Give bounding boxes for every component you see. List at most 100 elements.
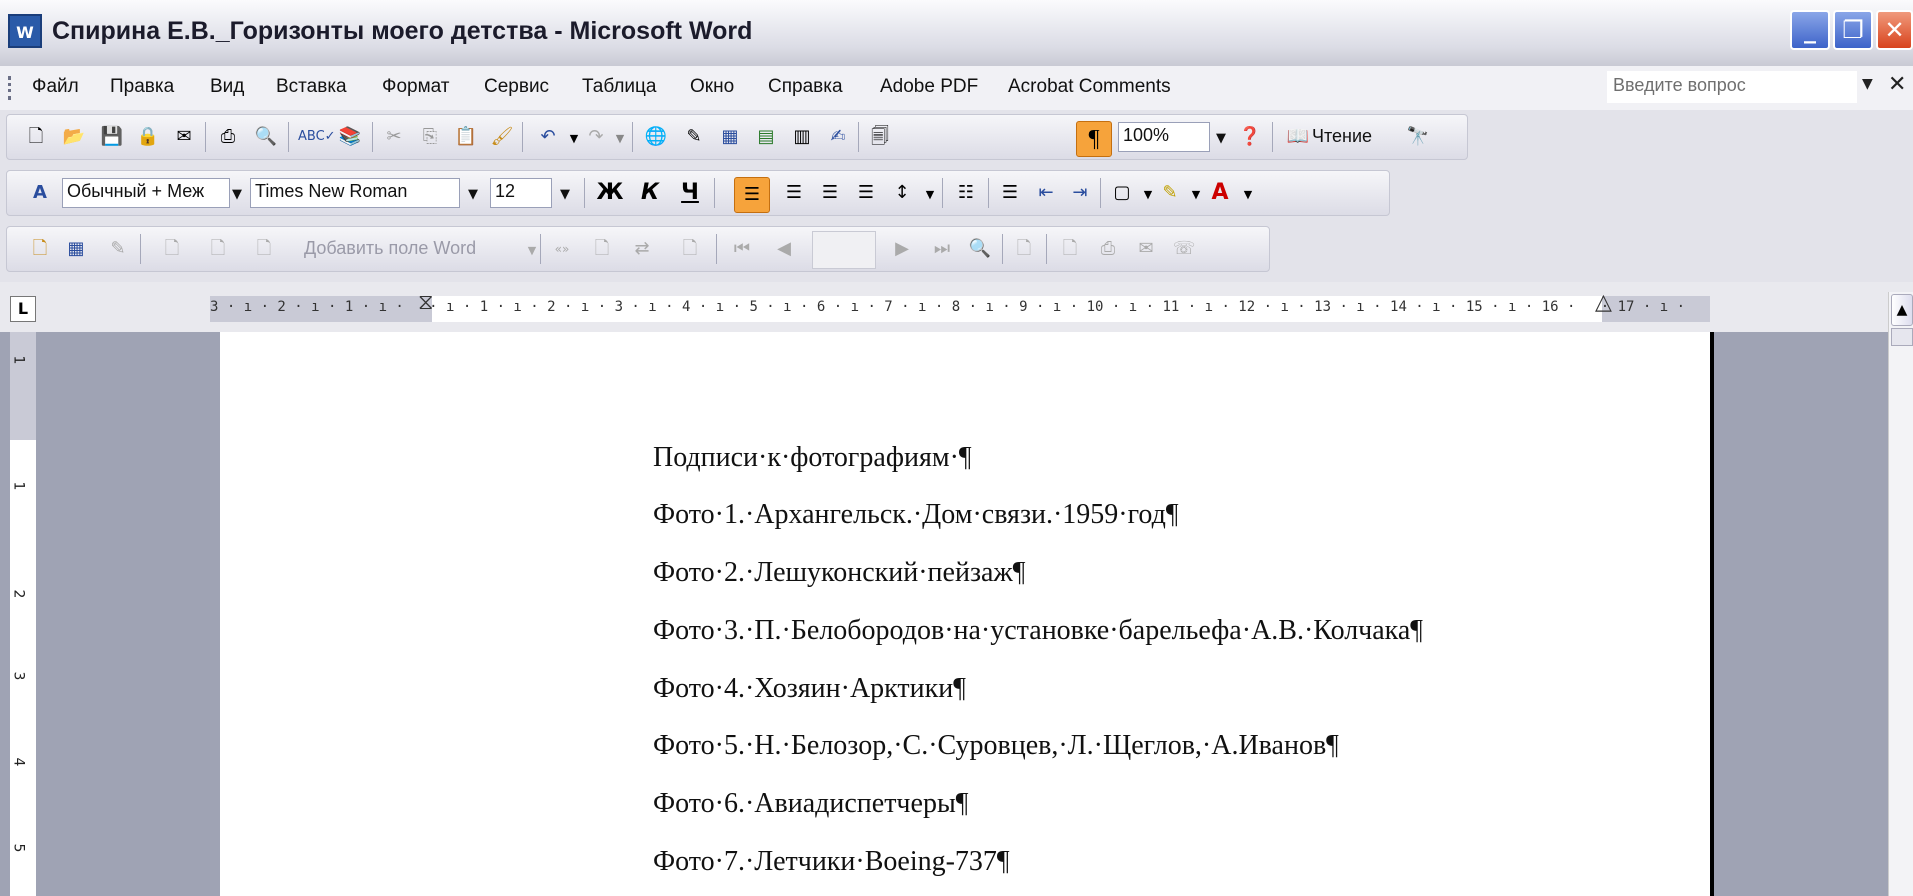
- propagate-labels-icon[interactable]: 🗋: [676, 235, 704, 263]
- address-block-icon[interactable]: 🗋: [158, 235, 186, 263]
- vertical-scrollbar[interactable]: ▲: [1888, 292, 1913, 896]
- scroll-thumb[interactable]: [1891, 328, 1913, 346]
- new-document-icon[interactable]: 🗋: [22, 123, 50, 151]
- print-preview-icon[interactable]: 🔍: [252, 123, 280, 151]
- menu-edit[interactable]: Правка: [110, 76, 174, 98]
- styles-pane-icon[interactable]: A: [26, 179, 54, 207]
- indent-marker-icon[interactable]: ⧖: [418, 290, 433, 315]
- minimize-button[interactable]: _: [1790, 10, 1830, 50]
- insert-excel-icon[interactable]: ▤: [752, 123, 780, 151]
- numbering-icon[interactable]: ☷: [952, 179, 980, 207]
- menu-grip[interactable]: [8, 76, 15, 100]
- merge-to-printer-icon[interactable]: ⎙: [1094, 235, 1122, 263]
- menu-view[interactable]: Вид: [210, 76, 244, 98]
- recipients-icon[interactable]: ▦: [62, 235, 90, 263]
- close-document-icon[interactable]: ✕: [1888, 72, 1906, 97]
- first-record-icon[interactable]: ⏮: [728, 235, 756, 263]
- hyperlink-icon[interactable]: 🌐: [642, 123, 670, 151]
- document-line[interactable]: Фото·5.·Н.·Белозор,·С.·Суровцев,·Л.·Щегл…: [653, 730, 1339, 762]
- align-center-icon[interactable]: ☰: [780, 179, 808, 207]
- research-icon[interactable]: 📚: [336, 123, 364, 151]
- document-line[interactable]: Фото·3.·П.·Белобородов·на·установке·баре…: [653, 615, 1423, 647]
- font-color-dropdown-icon[interactable]: ▼: [1234, 181, 1262, 209]
- permission-icon[interactable]: 🔒: [134, 123, 162, 151]
- align-left-icon[interactable]: ☰: [734, 177, 770, 213]
- font-color-icon[interactable]: A: [1206, 179, 1234, 207]
- record-number-input[interactable]: [812, 231, 876, 269]
- scroll-up-icon[interactable]: ▲: [1891, 294, 1913, 326]
- add-field-dropdown-icon[interactable]: ▼: [518, 237, 546, 265]
- highlight-fields-icon[interactable]: 🗋: [588, 235, 616, 263]
- help-question-input[interactable]: Введите вопрос: [1607, 71, 1857, 103]
- horizontal-ruler[interactable]: 3 · ı · 2 · ı · 1 · ı · · ı · 1 · ı · 2 …: [210, 290, 1710, 322]
- bullets-icon[interactable]: ☰: [996, 179, 1024, 207]
- menu-file[interactable]: Файл: [32, 76, 79, 98]
- menu-adobe-pdf[interactable]: Adobe PDF: [880, 76, 978, 98]
- menu-insert[interactable]: Вставка: [276, 76, 347, 98]
- last-record-icon[interactable]: ⏭: [928, 235, 956, 263]
- print-icon[interactable]: ⎙: [214, 123, 242, 151]
- open-folder-icon[interactable]: 📂: [60, 123, 88, 151]
- check-errors-icon[interactable]: 🗋: [1010, 235, 1038, 263]
- line-spacing-icon[interactable]: ↕: [888, 179, 916, 207]
- main-document-icon[interactable]: 🗋: [26, 235, 54, 263]
- style-dropdown-icon[interactable]: ▼: [232, 187, 242, 202]
- email-icon[interactable]: ✉: [170, 123, 198, 151]
- document-map-icon[interactable]: 🗐: [866, 123, 894, 151]
- increase-indent-icon[interactable]: ⇥: [1066, 179, 1094, 207]
- document-line[interactable]: Фото·2.·Лешуконский·пейзаж¶: [653, 557, 1025, 589]
- font-size-select[interactable]: 12: [490, 178, 552, 208]
- columns-icon[interactable]: ▥: [788, 123, 816, 151]
- merge-to-fax-icon[interactable]: ☏: [1170, 235, 1198, 263]
- merge-to-document-icon[interactable]: 🗋: [1056, 235, 1084, 263]
- menu-tools[interactable]: Сервис: [484, 76, 549, 98]
- drawing-icon[interactable]: ✍: [824, 123, 852, 151]
- tables-borders-icon[interactable]: ✎: [680, 123, 708, 151]
- edit-recipients-icon[interactable]: ✎: [104, 235, 132, 263]
- font-size-dropdown-icon[interactable]: ▼: [560, 187, 570, 202]
- zoom-select[interactable]: 100%: [1118, 122, 1210, 152]
- show-formatting-icon[interactable]: ¶: [1076, 121, 1112, 157]
- document-line[interactable]: Фото·6.·Авиадиспетчеры¶: [653, 788, 968, 820]
- menu-format[interactable]: Формат: [382, 76, 450, 98]
- menu-help[interactable]: Справка: [768, 76, 843, 98]
- help-dropdown-icon[interactable]: ▼: [1862, 76, 1873, 92]
- save-icon[interactable]: 💾: [98, 123, 126, 151]
- word-app-icon[interactable]: W: [8, 14, 42, 48]
- help-icon[interactable]: ❓: [1236, 123, 1264, 151]
- underline-button[interactable]: Ч: [676, 179, 704, 207]
- document-line[interactable]: Фото·7.·Летчики·Boeing-737¶: [653, 846, 1010, 878]
- style-select[interactable]: Обычный + Меж: [62, 178, 230, 208]
- document-line[interactable]: Фото·4.·Хозяин·Арктики¶: [653, 673, 966, 705]
- cut-icon[interactable]: ✂: [380, 123, 408, 151]
- bold-button[interactable]: Ж: [596, 179, 624, 207]
- insert-table-icon[interactable]: ▦: [716, 123, 744, 151]
- menu-window[interactable]: Окно: [690, 76, 734, 98]
- italic-button[interactable]: К: [636, 179, 664, 207]
- right-indent-marker-icon[interactable]: △: [1595, 290, 1612, 315]
- restore-button[interactable]: ❐: [1833, 10, 1873, 50]
- document-page[interactable]: Подписи·к·фотографиям·¶ Фото·1.·Архангел…: [220, 332, 1714, 896]
- read-mode-icon[interactable]: 📖: [1284, 123, 1312, 151]
- highlight-icon[interactable]: ✎: [1156, 179, 1184, 207]
- spelling-icon[interactable]: ABC✓: [298, 123, 336, 151]
- find-binoculars-icon[interactable]: 🔭: [1404, 123, 1432, 151]
- borders-icon[interactable]: ▢: [1108, 179, 1136, 207]
- menu-table[interactable]: Таблица: [582, 76, 657, 98]
- vertical-ruler[interactable]: 1 1 2 3 4 5: [10, 332, 36, 896]
- find-entry-icon[interactable]: 🔍: [966, 235, 994, 263]
- font-dropdown-icon[interactable]: ▼: [468, 187, 478, 202]
- tab-selector[interactable]: L: [10, 296, 36, 322]
- document-line[interactable]: Подписи·к·фотографиям·¶: [653, 442, 972, 474]
- match-fields-icon[interactable]: ⇄: [628, 235, 656, 263]
- read-mode-label[interactable]: Чтение: [1312, 126, 1372, 147]
- align-right-icon[interactable]: ☰: [816, 179, 844, 207]
- decrease-indent-icon[interactable]: ⇤: [1032, 179, 1060, 207]
- format-painter-icon[interactable]: 🖌: [488, 123, 516, 151]
- font-select[interactable]: Times New Roman: [250, 178, 460, 208]
- add-word-field-button[interactable]: Добавить поле Word: [304, 238, 476, 259]
- previous-record-icon[interactable]: ◀: [770, 235, 798, 263]
- redo-dropdown-icon[interactable]: ▼: [606, 125, 634, 153]
- undo-icon[interactable]: ↶: [534, 123, 562, 151]
- zoom-dropdown-icon[interactable]: ▼: [1216, 131, 1226, 146]
